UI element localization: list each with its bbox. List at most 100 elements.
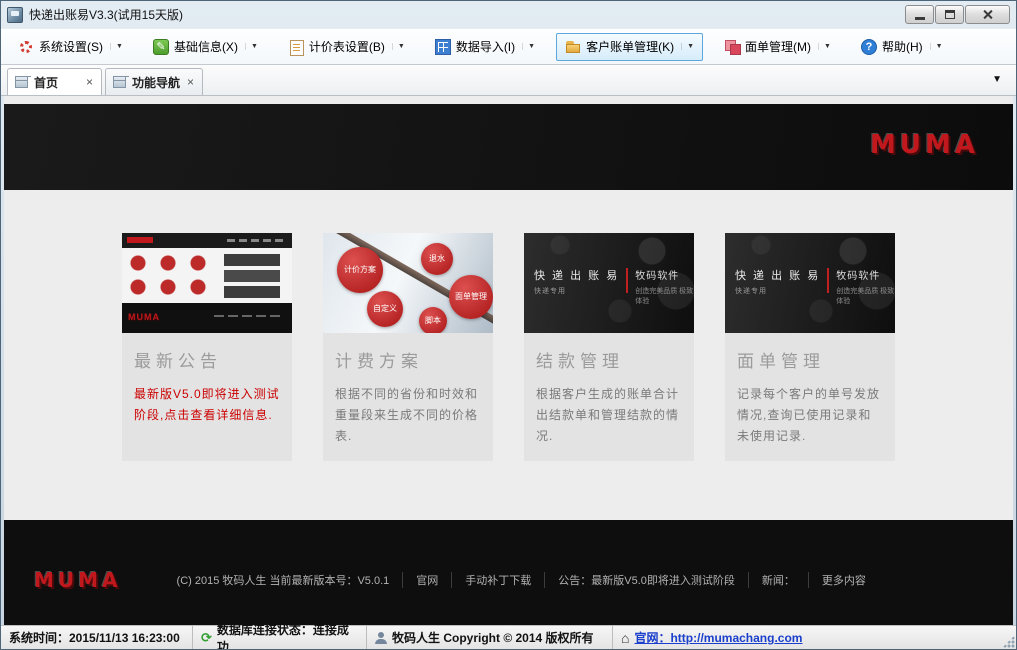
system-settings-icon <box>18 39 34 55</box>
brand-company: 牧码软件 <box>836 267 895 282</box>
brand-lockup: 快 递 出 账 易 快递专用 牧码软件 创造完美品质 极致体验 <box>735 267 895 306</box>
maximize-button[interactable] <box>935 5 964 24</box>
chevron-down-icon: ▼ <box>522 43 535 50</box>
user-icon <box>375 632 387 644</box>
page-footer: MUMA (C) 2015 牧码人生 当前最新版本号：V5.0.1 官网 手动补… <box>4 520 1013 625</box>
card-body: 结款管理 根据客户生成的账单合计出结款单和管理结款的情况. <box>524 333 694 461</box>
bubble-label: 自定义 <box>367 291 403 327</box>
muma-footer-logo: MUMA <box>34 568 122 592</box>
card-description: 根据客户生成的账单合计出结款单和管理结款的情况. <box>536 384 682 447</box>
window-title: 快递出账易V3.3(试用15天版) <box>29 6 183 23</box>
footer-link-more[interactable]: 更多内容 <box>808 572 879 588</box>
toolbar-customer-billing[interactable]: 客户账单管理(K) ▼ <box>556 33 703 61</box>
minimize-button[interactable] <box>905 5 934 24</box>
bubble-label: 脚本 <box>419 307 447 333</box>
status-website: ⌂ 官网：http://mumachang.com <box>613 626 1016 649</box>
help-icon <box>861 39 877 55</box>
mini-site-body <box>122 248 292 303</box>
chevron-down-icon: ▼ <box>818 43 831 50</box>
toolbar-label: 面单管理(M) <box>745 38 811 55</box>
tab-function-nav[interactable]: 功能导航 × <box>105 68 203 95</box>
close-button[interactable] <box>965 5 1010 24</box>
minimize-icon <box>915 17 925 20</box>
footer-copyright: (C) 2015 牧码人生 当前最新版本号：V5.0.1 <box>164 572 403 588</box>
brand-company: 牧码软件 <box>635 267 694 282</box>
waybill-icon <box>724 39 740 55</box>
toolbar-label: 帮助(H) <box>882 38 923 55</box>
tabbar: 首页 × 功能导航 × ▼ <box>1 65 1016 96</box>
card-settlement: 快 递 出 账 易 快递专用 牧码软件 创造完美品质 极致体验 结款管理 <box>524 233 694 461</box>
card-body: 计费方案 根据不同的省份和时效和重量段来生成不同的价格表. <box>323 333 493 461</box>
titlebar: 快递出账易V3.3(试用15天版) <box>1 1 1016 28</box>
tab-grid-icon <box>15 76 28 88</box>
brand-name: 快 递 出 账 易 <box>735 267 820 283</box>
toolbar-pricing-table[interactable]: 计价表设置(B) ▼ <box>279 33 414 61</box>
announcement-link-text[interactable]: 最新版V5.0即将进入测试阶段,点击查看详细信息. <box>134 384 280 426</box>
brand-slogan: 创造完美品质 极致体验 <box>836 286 895 306</box>
db-status-text: 数据库连接状态：连接成功 <box>217 621 358 650</box>
card-title: 面单管理 <box>737 347 883 372</box>
tab-close-icon[interactable]: × <box>85 76 94 88</box>
website-link[interactable]: 官网：http://mumachang.com <box>634 629 802 646</box>
mini-site-footer: MUMA <box>122 303 292 333</box>
toolbar-help[interactable]: 帮助(H) ▼ <box>852 33 952 61</box>
app-icon <box>7 7 23 23</box>
mini-muma-logo: MUMA <box>128 312 160 322</box>
chevron-down-icon: ▼ <box>245 43 258 50</box>
maximize-icon <box>945 10 955 19</box>
tab-label: 功能导航 <box>132 74 180 91</box>
announcement-preview-image: MUMA <box>122 233 292 333</box>
main-content: MUMA MUMA 最新公告 最新版V5.0即将进入测试阶段,点击查看详细信息. <box>4 96 1013 625</box>
card-title: 计费方案 <box>335 347 481 372</box>
main-toolbar: 系统设置(S) ▼ 基础信息(X) ▼ 计价表设置(B) ▼ 数据导入(I) ▼… <box>1 28 1016 65</box>
footer-announcement: 公告：最新版V5.0即将进入测试阶段 <box>544 572 748 588</box>
brand-lockup: 快 递 出 账 易 快递专用 牧码软件 创造完美品质 极致体验 <box>534 267 694 306</box>
toolbar-basic-info[interactable]: 基础信息(X) ▼ <box>144 33 267 61</box>
card-description: 记录每个客户的单号发放情况,查询已使用记录和未使用记录. <box>737 384 883 447</box>
toolbar-label: 系统设置(S) <box>39 38 103 55</box>
settlement-image: 快 递 出 账 易 快递专用 牧码软件 创造完美品质 极致体验 <box>524 233 694 333</box>
toolbar-waybill[interactable]: 面单管理(M) ▼ <box>715 33 840 61</box>
home-icon: ⌂ <box>621 631 629 645</box>
tab-list-dropdown-icon[interactable]: ▼ <box>992 74 1010 89</box>
bubble-label: 计价方案 <box>337 247 383 293</box>
db-refresh-icon: ⟳ <box>201 631 212 644</box>
pricing-table-icon <box>288 39 304 55</box>
toolbar-system-settings[interactable]: 系统设置(S) ▼ <box>9 33 132 61</box>
copyright-text: 牧码人生 Copyright © 2014 版权所有 <box>392 629 594 646</box>
waybill-image: 快 递 出 账 易 快递专用 牧码软件 创造完美品质 极致体验 <box>725 233 895 333</box>
chevron-down-icon: ▼ <box>110 43 123 50</box>
window-controls <box>905 5 1010 24</box>
footer-link-patch-download[interactable]: 手动补丁下载 <box>451 572 544 588</box>
toolbar-label: 客户账单管理(K) <box>586 38 674 55</box>
card-title: 结款管理 <box>536 347 682 372</box>
chevron-down-icon: ▼ <box>681 43 694 50</box>
card-description: 根据不同的省份和时效和重量段来生成不同的价格表. <box>335 384 481 447</box>
card-row: MUMA 最新公告 最新版V5.0即将进入测试阶段,点击查看详细信息. 计价方案… <box>4 233 1013 461</box>
basic-info-icon <box>153 39 169 55</box>
card-body: 最新公告 最新版V5.0即将进入测试阶段,点击查看详细信息. <box>122 333 292 440</box>
card-title: 最新公告 <box>134 347 280 372</box>
tab-close-icon[interactable]: × <box>186 76 195 88</box>
card-waybill: 快 递 出 账 易 快递专用 牧码软件 创造完美品质 极致体验 面单管理 <box>725 233 895 461</box>
hero-banner: MUMA <box>4 104 1013 190</box>
content-area: MUMA 最新公告 最新版V5.0即将进入测试阶段,点击查看详细信息. 计价方案… <box>4 190 1013 520</box>
tab-label: 首页 <box>34 74 58 91</box>
brand-name: 快 递 出 账 易 <box>534 267 619 283</box>
footer-news-label: 新闻： <box>748 572 808 588</box>
muma-logo: MUMA <box>870 130 979 160</box>
pricing-image: 计价方案 退水 自定义 面单管理 脚本 <box>323 233 493 333</box>
brand-subtitle: 快递专用 <box>534 286 619 296</box>
brand-subtitle: 快递专用 <box>735 286 820 296</box>
status-db-connection: ⟳ 数据库连接状态：连接成功 <box>193 626 367 649</box>
bubble-label: 面单管理 <box>449 275 493 319</box>
footer-link-website[interactable]: 官网 <box>402 572 451 588</box>
chevron-down-icon: ▼ <box>392 43 405 50</box>
system-time-text: 系统时间：2015/11/13 16:23:00 <box>9 629 180 646</box>
toolbar-data-import[interactable]: 数据导入(I) ▼ <box>426 33 544 61</box>
tab-home[interactable]: 首页 × <box>7 68 102 95</box>
customer-billing-icon <box>565 39 581 55</box>
card-body: 面单管理 记录每个客户的单号发放情况,查询已使用记录和未使用记录. <box>725 333 895 461</box>
statusbar: 系统时间：2015/11/13 16:23:00 ⟳ 数据库连接状态：连接成功 … <box>1 625 1016 649</box>
brand-divider <box>626 268 628 293</box>
